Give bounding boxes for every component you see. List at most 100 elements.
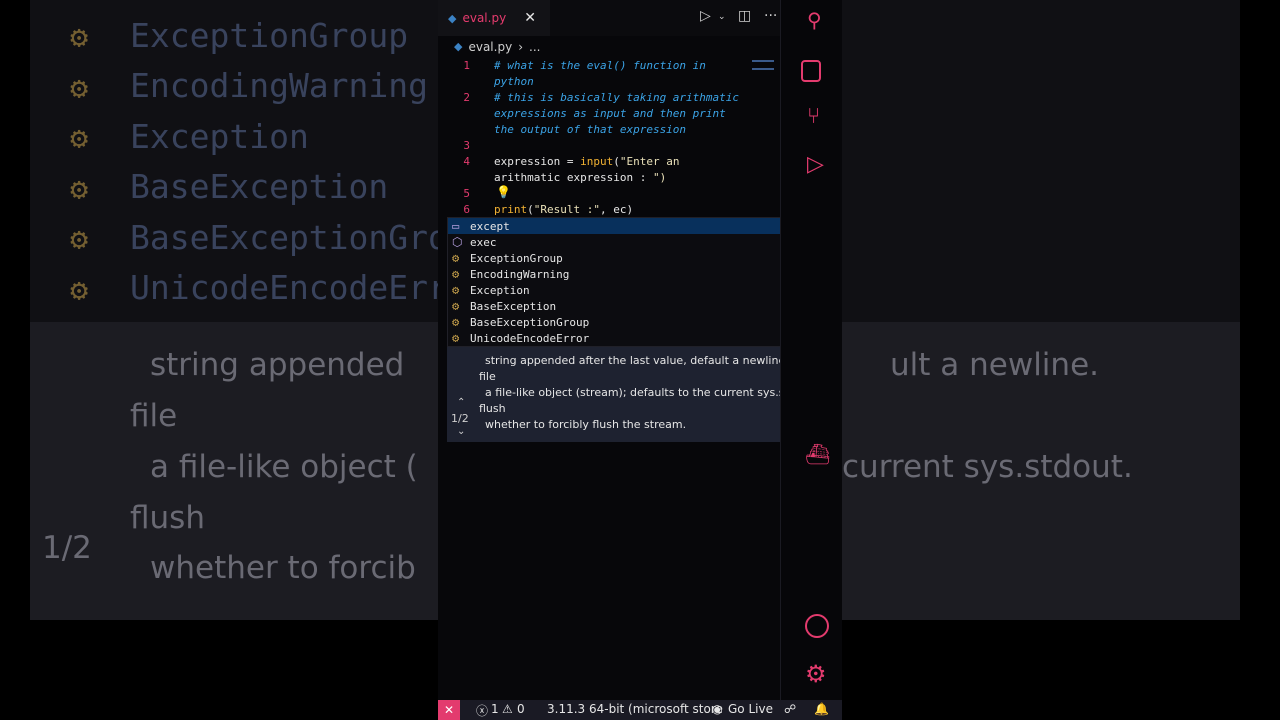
bg-suggestion-label: Exception [130,116,309,156]
bg-suggestion-item: ⚙ ExceptionGroup [70,10,468,61]
lightbulb-icon[interactable]: 💡 [496,185,511,199]
error-icon[interactable]: ⓧ [476,702,488,719]
error-count[interactable]: 1 [491,702,499,716]
code-line[interactable]: # this is basically taking arithmatic [494,91,739,104]
status-bar: ✕ ⓧ 1 ⚠ 0 3.11.3 64-bit (microsoft store… [438,700,842,720]
code-line[interactable]: expressions as input and then print [494,107,726,120]
doc-param: file [479,370,496,383]
suggestion-item[interactable]: ⬡ exec [448,234,828,250]
account-icon[interactable] [805,614,829,638]
doc-text: string appended after the last value, de… [485,354,789,367]
line-number: 1 [463,59,470,72]
source-control-icon[interactable]: ⑂ [807,104,820,129]
suggestion-item[interactable]: ⚙ BaseExceptionGroup [448,314,828,330]
doc-text: a file-like object (stream); defaults to… [485,386,818,399]
code-line[interactable]: print("Result :", ec) [494,203,633,216]
python-file-icon: ◆ [448,11,457,25]
tab-label: eval.py [462,11,507,25]
bg-suggestion-label: UnicodeEncodeErro [130,268,468,308]
breadcrumb-file[interactable]: eval.py [468,40,512,54]
python-file-icon: ◆ [454,40,463,53]
warning-count[interactable]: 0 [517,702,525,716]
minimap[interactable] [752,60,774,70]
bg-doc-text: string appended [150,347,405,383]
suggestion-label: exec [470,235,497,249]
breadcrumb-more[interactable]: ... [529,40,540,54]
docker-icon[interactable]: ⛴ [805,442,830,466]
bg-doc-text: file [130,398,178,434]
suggestion-item[interactable]: ⚙ UnicodeEncodeError [448,330,828,346]
class-icon: ⚙ [452,267,460,281]
run-debug-icon[interactable]: ▷ [807,152,824,177]
remote-icon[interactable]: ✕ [438,700,460,720]
explorer-icon[interactable] [801,60,821,82]
run-icon[interactable]: ▷ [700,8,711,24]
activity-bar: ⚲ ⑂ ▷ ⛴ ⚙ [780,0,840,700]
line-number: 3 [463,139,470,152]
bg-suggestion-list: ⚙ ExceptionGroup ⚙ EncodingWarning ⚙ Exceptio… [70,10,468,313]
suggestion-item[interactable]: ⚙ EncodingWarning [448,266,828,282]
bg-doc-text: current sys.stdout. [842,449,1133,485]
search-icon[interactable]: ⚲ [807,8,822,32]
class-icon: ⚙ [452,299,460,313]
suggestion-label: ExceptionGroup [470,251,563,265]
line-number: 6 [463,203,470,216]
bg-doc-text: ult a newline. [890,347,1099,383]
suggestion-item[interactable]: ⚙ Exception [448,282,828,298]
line-number: 4 [463,155,470,168]
bg-suggestion-label: BaseException [130,167,389,207]
warning-icon[interactable]: ⚠ [502,702,513,716]
bg-suggestion-item: ⚙ Exception [70,111,468,162]
go-live-button[interactable]: Go Live [728,702,773,716]
chevron-down-icon[interactable]: ⌄ [457,426,465,437]
code-line[interactable]: # what is the eval() function in [494,59,706,72]
class-icon: ⚙ [70,171,89,207]
doc-text: whether to forcibly flush the stream. [485,418,687,431]
suggestion-label: UnicodeEncodeError [470,331,590,345]
suggestion-label: BaseException [470,299,557,313]
suggestion-item[interactable]: ⚙ BaseException [448,298,828,314]
bg-doc-text: a file-like object ( [150,449,418,485]
line-number: 5 [463,187,470,200]
tab-bar: ◆ eval.py ✕ ▷ ⌄ ◫ ··· [438,0,780,36]
python-interpreter[interactable]: 3.11.3 64-bit (microsoft store [547,702,723,716]
class-icon: ⚙ [70,272,89,308]
code-line[interactable]: expression = input("Enter an [494,155,679,168]
class-icon: ⚙ [452,315,460,329]
broadcast-icon: ◉ [712,702,723,716]
bg-suggestion-item: ⚙ BaseException [70,162,468,213]
code-line[interactable]: arithmatic expression : ") [494,171,666,184]
close-icon[interactable]: ✕ [524,10,536,26]
class-icon: ⚙ [70,20,89,56]
feedback-icon[interactable]: ☍ [784,702,796,716]
split-editor-icon[interactable]: ◫ [738,8,751,24]
bg-doc-text: whether to forcib [150,550,416,586]
code-line[interactable]: the output of that expression [494,123,686,136]
class-icon: ⚙ [70,222,89,258]
chevron-up-icon[interactable]: ⌃ [457,397,465,408]
bell-icon[interactable]: 🔔 [814,702,829,716]
suggestion-label: EncodingWarning [470,267,570,281]
bg-doc-text: flush [130,500,205,536]
suggestion-widget[interactable]: ▭ except ⬡ exec ⚙ ExceptionGroup ⚙ EncodingWarn… [447,217,829,347]
bg-suggestion-label: BaseExceptionGrou [130,217,468,257]
class-icon: ⚙ [452,331,460,345]
breadcrumb: ◆ eval.py › ... [454,40,540,54]
suggestion-item[interactable]: ▭ except [448,218,828,234]
doc-param: flush [479,402,506,415]
gear-icon[interactable]: ⚙ [805,660,827,688]
chevron-down-icon[interactable]: ⌄ [718,12,726,22]
suggestion-label: Exception [470,283,530,297]
suggestion-label: except [470,219,510,233]
bg-suggestion-label: EncodingWarning [130,66,429,106]
class-icon: ⚙ [70,121,89,157]
suggestion-label: BaseExceptionGroup [470,315,590,329]
class-icon: ⚙ [452,251,460,265]
method-icon: ⬡ [452,235,463,249]
code-line[interactable]: python [494,75,534,88]
tab-eval-py[interactable]: ◆ eval.py ✕ [438,0,550,36]
doc-pager: 1/2 [451,412,469,425]
bg-suggestion-item: ⚙ BaseExceptionGrou [70,212,468,263]
suggestion-item[interactable]: ⚙ ExceptionGroup [448,250,828,266]
more-actions-icon[interactable]: ··· [764,8,777,24]
